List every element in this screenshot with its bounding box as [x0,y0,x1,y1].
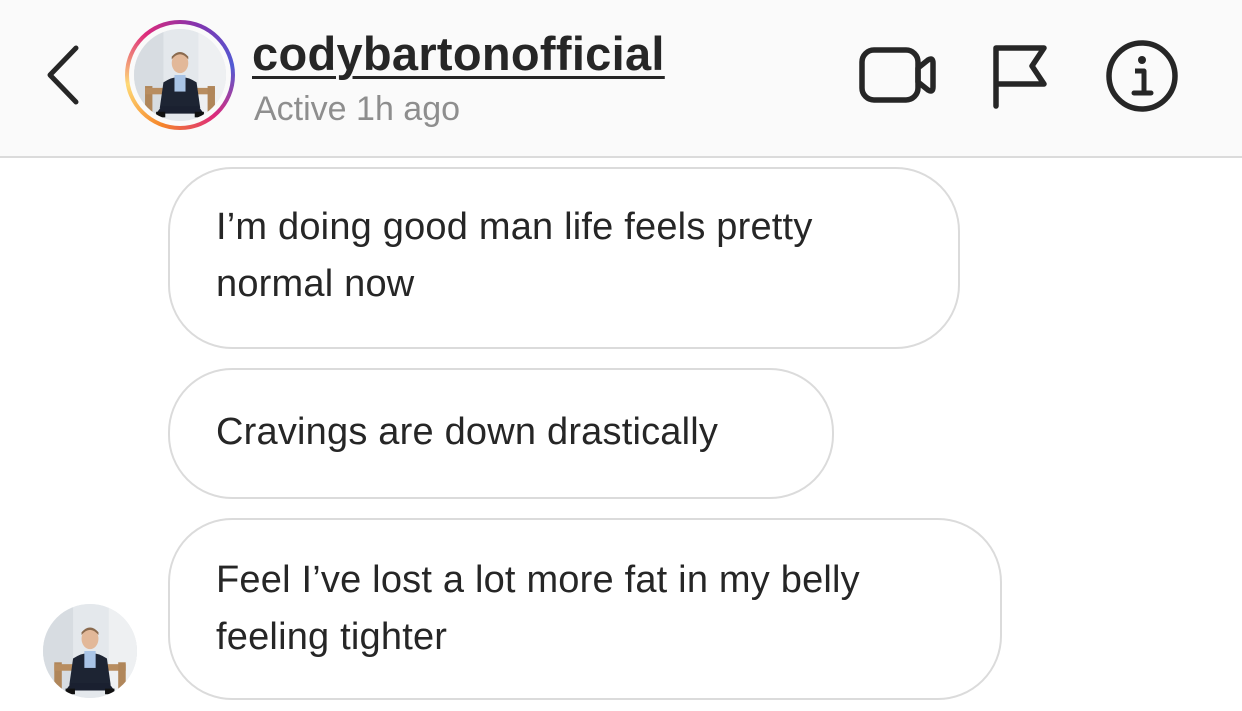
chevron-left-icon [47,45,79,105]
active-status: Active 1h ago [254,90,461,128]
sender-avatar[interactable] [43,604,137,698]
video-camera-icon [859,47,936,103]
username-link[interactable]: codybartonofficial [252,26,665,81]
message-text: I’m doing good man life feels pretty nor… [216,206,813,305]
video-call-button[interactable] [858,44,938,108]
flag-icon [993,45,1047,109]
message-bubble[interactable]: Feel I’ve lost a lot more fat in my bell… [168,518,1002,700]
message-bubble[interactable]: I’m doing good man life feels pretty nor… [168,167,960,349]
avatar [134,29,226,121]
report-button[interactable] [988,40,1052,110]
message-text: Cravings are down drastically [216,411,719,453]
message-text: Feel I’ve lost a lot more fat in my bell… [216,559,860,658]
conversation-info-button[interactable] [1104,38,1180,114]
info-icon [1106,40,1178,112]
story-ring-avatar[interactable] [125,20,235,130]
chat-header: codybartonofficial Active 1h ago [0,0,1242,158]
back-button[interactable] [38,40,94,110]
message-bubble[interactable]: Cravings are down drastically [168,368,834,499]
